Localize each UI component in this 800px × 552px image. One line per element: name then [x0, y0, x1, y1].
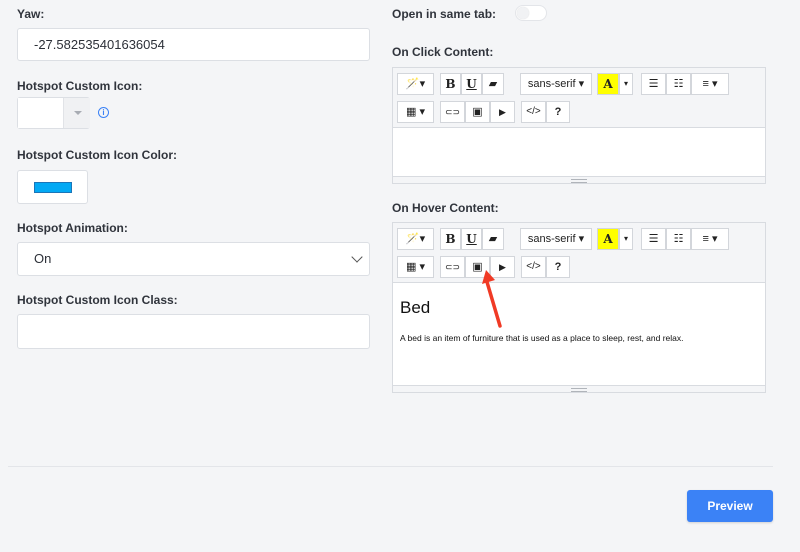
align-button[interactable]: ≡ ▾	[691, 228, 729, 250]
font-family-button[interactable]: sans-serif ▾	[520, 73, 592, 95]
chevron-down-icon	[351, 251, 363, 263]
color-swatch	[34, 182, 72, 193]
color-a-icon: A	[603, 77, 613, 91]
unordered-list-button[interactable]: ☰	[641, 73, 666, 95]
icon-label: Hotspot Custom Icon:	[17, 79, 143, 93]
align-button[interactable]: ≡ ▾	[691, 73, 729, 95]
hover-content-label: On Hover Content:	[392, 201, 499, 215]
text-color-button[interactable]: A	[597, 73, 619, 95]
hover-content-editor: 🪄▾ B U ▰ sans-serif ▾ A ▾ ☰ ☷ ≡ ▾ ▦ ▾ ⊂⊃…	[392, 222, 766, 393]
color-picker[interactable]	[17, 170, 88, 204]
icon-preview	[18, 98, 63, 128]
same-tab-toggle[interactable]	[515, 5, 547, 21]
toggle-knob	[517, 7, 529, 19]
eraser-button[interactable]: ▰	[482, 228, 504, 250]
yaw-input[interactable]: -27.582535401636054	[17, 28, 370, 61]
code-view-button[interactable]: </>	[521, 101, 546, 123]
info-icon[interactable]: i	[98, 107, 109, 118]
resize-handle[interactable]	[393, 385, 765, 392]
animation-label: Hotspot Animation:	[17, 221, 128, 235]
hover-paragraph: A bed is an item of furniture that is us…	[400, 333, 684, 343]
ordered-list-button[interactable]: ☷	[666, 228, 691, 250]
color-dropdown-button[interactable]: ▾	[619, 73, 633, 95]
yaw-label: Yaw:	[17, 7, 45, 21]
help-button[interactable]: ?	[546, 101, 570, 123]
footer-divider	[8, 466, 773, 467]
hover-heading: Bed	[400, 298, 431, 317]
bold-button[interactable]: B	[440, 228, 461, 250]
magic-wand-button[interactable]: 🪄▾	[397, 228, 434, 250]
eraser-button[interactable]: ▰	[482, 73, 504, 95]
color-a-icon: A	[603, 232, 613, 246]
link-button[interactable]: ⊂⊃	[440, 256, 465, 278]
bold-button[interactable]: B	[440, 73, 461, 95]
video-button[interactable]: ▶	[490, 101, 515, 123]
image-button[interactable]: ▣	[465, 101, 490, 123]
click-content-editor: 🪄▾ B U ▰ sans-serif ▾ A ▾ ☰ ☷ ≡ ▾ ▦ ▾ ⊂⊃…	[392, 67, 766, 184]
chevron-down-icon[interactable]	[63, 98, 90, 128]
same-tab-label: Open in same tab:	[392, 7, 497, 21]
resize-handle[interactable]	[393, 176, 765, 183]
magic-wand-button[interactable]: 🪄▾	[397, 73, 434, 95]
icon-color-label: Hotspot Custom Icon Color:	[17, 148, 177, 162]
click-content-label: On Click Content:	[392, 45, 494, 59]
ordered-list-button[interactable]: ☷	[666, 73, 691, 95]
help-button[interactable]: ?	[546, 256, 570, 278]
editor-toolbar: 🪄▾ B U ▰ sans-serif ▾ A ▾ ☰ ☷ ≡ ▾ ▦ ▾ ⊂⊃…	[393, 68, 765, 128]
animation-value: On	[34, 251, 52, 266]
icon-select[interactable]	[17, 97, 90, 129]
underline-button[interactable]: U	[461, 228, 482, 250]
font-family-button[interactable]: sans-serif ▾	[520, 228, 592, 250]
link-button[interactable]: ⊂⊃	[440, 101, 465, 123]
underline-button[interactable]: U	[461, 73, 482, 95]
unordered-list-button[interactable]: ☰	[641, 228, 666, 250]
icon-class-input[interactable]	[17, 314, 370, 349]
editor-toolbar: 🪄▾ B U ▰ sans-serif ▾ A ▾ ☰ ☷ ≡ ▾ ▦ ▾ ⊂⊃…	[393, 223, 765, 283]
preview-button[interactable]: Preview	[687, 490, 773, 522]
table-button[interactable]: ▦ ▾	[397, 256, 434, 278]
text-color-button[interactable]: A	[597, 228, 619, 250]
icon-class-label: Hotspot Custom Icon Class:	[17, 293, 178, 307]
animation-select[interactable]: On	[17, 242, 370, 276]
code-view-button[interactable]: </>	[521, 256, 546, 278]
click-content-body[interactable]	[393, 128, 765, 176]
color-dropdown-button[interactable]: ▾	[619, 228, 633, 250]
annotation-arrow-icon	[482, 270, 502, 328]
hover-content-body[interactable]: Bed A bed is an item of furniture that i…	[393, 283, 765, 385]
table-button[interactable]: ▦ ▾	[397, 101, 434, 123]
